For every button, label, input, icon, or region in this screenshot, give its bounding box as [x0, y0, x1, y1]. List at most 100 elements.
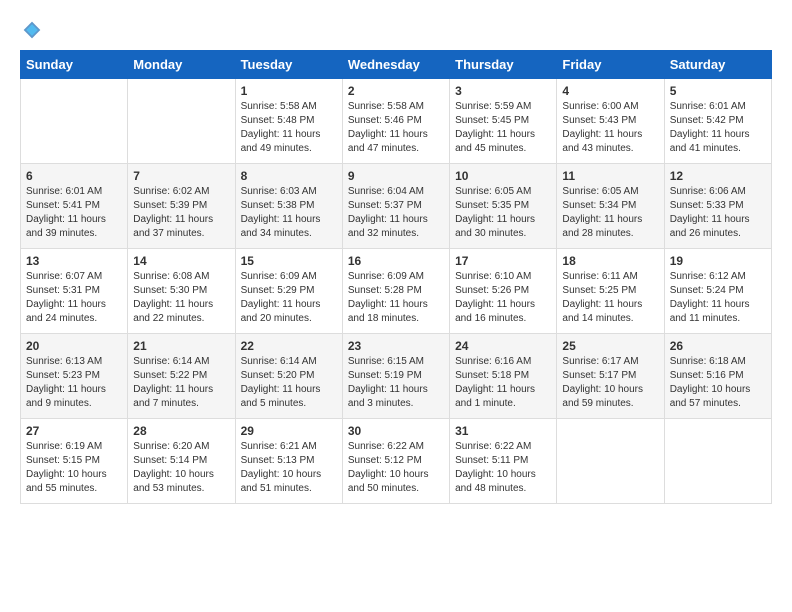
page-header — [20, 20, 772, 40]
calendar-cell — [664, 419, 771, 504]
calendar-cell: 26 Sunrise: 6:18 AM Sunset: 5:16 PM Dayli… — [664, 334, 771, 419]
calendar-cell: 21 Sunrise: 6:14 AM Sunset: 5:22 PM Dayli… — [128, 334, 235, 419]
day-number: 28 — [133, 424, 229, 438]
calendar-cell: 12 Sunrise: 6:06 AM Sunset: 5:33 PM Dayli… — [664, 164, 771, 249]
week-row-2: 6 Sunrise: 6:01 AM Sunset: 5:41 PM Daylig… — [21, 164, 772, 249]
day-info: Sunrise: 5:58 AM Sunset: 5:48 PM Dayligh… — [241, 100, 337, 156]
calendar-cell: 1 Sunrise: 5:58 AM Sunset: 5:48 PM Daylig… — [235, 79, 342, 164]
calendar-cell — [128, 79, 235, 164]
day-number: 25 — [562, 339, 658, 353]
day-number: 23 — [348, 339, 444, 353]
calendar-cell: 17 Sunrise: 6:10 AM Sunset: 5:26 PM Dayli… — [450, 249, 557, 334]
day-info: Sunrise: 6:14 AM Sunset: 5:22 PM Dayligh… — [133, 355, 229, 411]
calendar-cell: 7 Sunrise: 6:02 AM Sunset: 5:39 PM Daylig… — [128, 164, 235, 249]
day-info: Sunrise: 6:05 AM Sunset: 5:34 PM Dayligh… — [562, 185, 658, 241]
day-info: Sunrise: 6:17 AM Sunset: 5:17 PM Dayligh… — [562, 355, 658, 411]
calendar-cell — [21, 79, 128, 164]
calendar-body: 1 Sunrise: 5:58 AM Sunset: 5:48 PM Daylig… — [21, 79, 772, 504]
calendar-cell: 8 Sunrise: 6:03 AM Sunset: 5:38 PM Daylig… — [235, 164, 342, 249]
day-number: 12 — [670, 169, 766, 183]
week-row-5: 27Sunrise: 6:19 AM Sunset: 5:15 PM Dayli… — [21, 419, 772, 504]
calendar-cell: 6 Sunrise: 6:01 AM Sunset: 5:41 PM Daylig… — [21, 164, 128, 249]
calendar-cell: 18 Sunrise: 6:11 AM Sunset: 5:25 PM Dayli… — [557, 249, 664, 334]
calendar-cell: 3 Sunrise: 5:59 AM Sunset: 5:45 PM Daylig… — [450, 79, 557, 164]
calendar-table: SundayMondayTuesdayWednesdayThursdayFrid… — [20, 50, 772, 504]
day-number: 19 — [670, 254, 766, 268]
day-number: 3 — [455, 84, 551, 98]
day-info: Sunrise: 5:59 AM Sunset: 5:45 PM Dayligh… — [455, 100, 551, 156]
week-row-1: 1 Sunrise: 5:58 AM Sunset: 5:48 PM Daylig… — [21, 79, 772, 164]
day-info: Sunrise: 5:58 AM Sunset: 5:46 PM Dayligh… — [348, 100, 444, 156]
calendar-cell: 20Sunrise: 6:13 AM Sunset: 5:23 PM Dayli… — [21, 334, 128, 419]
week-row-4: 20Sunrise: 6:13 AM Sunset: 5:23 PM Dayli… — [21, 334, 772, 419]
day-info: Sunrise: 6:11 AM Sunset: 5:25 PM Dayligh… — [562, 270, 658, 326]
day-info: Sunrise: 6:18 AM Sunset: 5:16 PM Dayligh… — [670, 355, 766, 411]
day-number: 31 — [455, 424, 551, 438]
day-number: 21 — [133, 339, 229, 353]
day-number: 1 — [241, 84, 337, 98]
day-number: 14 — [133, 254, 229, 268]
day-number: 6 — [26, 169, 122, 183]
calendar-cell: 13Sunrise: 6:07 AM Sunset: 5:31 PM Dayli… — [21, 249, 128, 334]
day-number: 5 — [670, 84, 766, 98]
day-header-thursday: Thursday — [450, 51, 557, 79]
day-info: Sunrise: 6:04 AM Sunset: 5:37 PM Dayligh… — [348, 185, 444, 241]
day-number: 7 — [133, 169, 229, 183]
calendar-cell: 19 Sunrise: 6:12 AM Sunset: 5:24 PM Dayli… — [664, 249, 771, 334]
calendar-cell: 15 Sunrise: 6:09 AM Sunset: 5:29 PM Dayli… — [235, 249, 342, 334]
day-info: Sunrise: 6:13 AM Sunset: 5:23 PM Dayligh… — [26, 355, 122, 411]
calendar-cell: 10 Sunrise: 6:05 AM Sunset: 5:35 PM Dayli… — [450, 164, 557, 249]
day-header-tuesday: Tuesday — [235, 51, 342, 79]
day-info: Sunrise: 6:19 AM Sunset: 5:15 PM Dayligh… — [26, 440, 122, 496]
day-number: 15 — [241, 254, 337, 268]
day-info: Sunrise: 6:22 AM Sunset: 5:11 PM Dayligh… — [455, 440, 551, 496]
day-number: 16 — [348, 254, 444, 268]
day-info: Sunrise: 6:01 AM Sunset: 5:41 PM Dayligh… — [26, 185, 122, 241]
calendar-cell: 24 Sunrise: 6:16 AM Sunset: 5:18 PM Dayli… — [450, 334, 557, 419]
calendar-cell: 11Sunrise: 6:05 AM Sunset: 5:34 PM Dayli… — [557, 164, 664, 249]
calendar-cell: 5Sunrise: 6:01 AM Sunset: 5:42 PM Daylig… — [664, 79, 771, 164]
day-info: Sunrise: 6:14 AM Sunset: 5:20 PM Dayligh… — [241, 355, 337, 411]
calendar-cell: 28 Sunrise: 6:20 AM Sunset: 5:14 PM Dayli… — [128, 419, 235, 504]
calendar-header: SundayMondayTuesdayWednesdayThursdayFrid… — [21, 51, 772, 79]
calendar-cell: 29 Sunrise: 6:21 AM Sunset: 5:13 PM Dayli… — [235, 419, 342, 504]
day-number: 10 — [455, 169, 551, 183]
calendar-cell: 23Sunrise: 6:15 AM Sunset: 5:19 PM Dayli… — [342, 334, 449, 419]
calendar-cell: 4Sunrise: 6:00 AM Sunset: 5:43 PM Daylig… — [557, 79, 664, 164]
day-info: Sunrise: 6:03 AM Sunset: 5:38 PM Dayligh… — [241, 185, 337, 241]
day-number: 26 — [670, 339, 766, 353]
day-info: Sunrise: 6:21 AM Sunset: 5:13 PM Dayligh… — [241, 440, 337, 496]
day-info: Sunrise: 6:08 AM Sunset: 5:30 PM Dayligh… — [133, 270, 229, 326]
day-info: Sunrise: 6:09 AM Sunset: 5:29 PM Dayligh… — [241, 270, 337, 326]
day-number: 18 — [562, 254, 658, 268]
calendar-cell: 16 Sunrise: 6:09 AM Sunset: 5:28 PM Dayli… — [342, 249, 449, 334]
day-info: Sunrise: 6:07 AM Sunset: 5:31 PM Dayligh… — [26, 270, 122, 326]
day-info: Sunrise: 6:16 AM Sunset: 5:18 PM Dayligh… — [455, 355, 551, 411]
day-info: Sunrise: 6:06 AM Sunset: 5:33 PM Dayligh… — [670, 185, 766, 241]
day-number: 17 — [455, 254, 551, 268]
day-header-monday: Monday — [128, 51, 235, 79]
day-number: 22 — [241, 339, 337, 353]
calendar-cell: 14 Sunrise: 6:08 AM Sunset: 5:30 PM Dayli… — [128, 249, 235, 334]
calendar-cell — [557, 419, 664, 504]
day-number: 24 — [455, 339, 551, 353]
day-info: Sunrise: 6:20 AM Sunset: 5:14 PM Dayligh… — [133, 440, 229, 496]
day-number: 4 — [562, 84, 658, 98]
day-info: Sunrise: 6:09 AM Sunset: 5:28 PM Dayligh… — [348, 270, 444, 326]
week-row-3: 13Sunrise: 6:07 AM Sunset: 5:31 PM Dayli… — [21, 249, 772, 334]
day-number: 29 — [241, 424, 337, 438]
calendar-cell: 9Sunrise: 6:04 AM Sunset: 5:37 PM Daylig… — [342, 164, 449, 249]
calendar-cell: 27Sunrise: 6:19 AM Sunset: 5:15 PM Dayli… — [21, 419, 128, 504]
day-number: 8 — [241, 169, 337, 183]
day-header-saturday: Saturday — [664, 51, 771, 79]
day-info: Sunrise: 6:05 AM Sunset: 5:35 PM Dayligh… — [455, 185, 551, 241]
calendar-cell: 22 Sunrise: 6:14 AM Sunset: 5:20 PM Dayli… — [235, 334, 342, 419]
day-info: Sunrise: 6:02 AM Sunset: 5:39 PM Dayligh… — [133, 185, 229, 241]
calendar-cell: 31 Sunrise: 6:22 AM Sunset: 5:11 PM Dayli… — [450, 419, 557, 504]
day-header-friday: Friday — [557, 51, 664, 79]
day-info: Sunrise: 6:22 AM Sunset: 5:12 PM Dayligh… — [348, 440, 444, 496]
logo — [20, 20, 42, 40]
day-number: 30 — [348, 424, 444, 438]
day-info: Sunrise: 6:12 AM Sunset: 5:24 PM Dayligh… — [670, 270, 766, 326]
day-info: Sunrise: 6:10 AM Sunset: 5:26 PM Dayligh… — [455, 270, 551, 326]
